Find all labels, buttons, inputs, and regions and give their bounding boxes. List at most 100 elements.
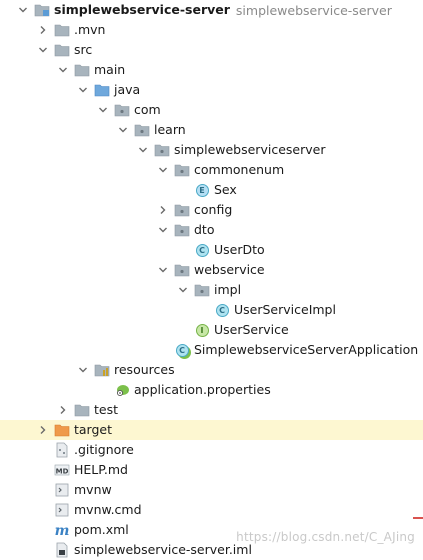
tree-row-label: com xyxy=(134,102,161,117)
tree-row[interactable]: I UserService xyxy=(0,320,423,340)
tree-row[interactable]: src xyxy=(0,40,423,60)
module-folder-icon xyxy=(34,2,50,18)
package-icon xyxy=(154,142,170,158)
chevron-down-icon[interactable] xyxy=(137,140,149,160)
tree-row-label: HELP.md xyxy=(74,462,128,477)
tree-row[interactable]: test xyxy=(0,400,423,420)
folder-icon xyxy=(74,62,90,78)
package-icon xyxy=(194,282,210,298)
tree-row[interactable]: java xyxy=(0,80,423,100)
package-icon xyxy=(174,202,190,218)
chevron-down-icon[interactable] xyxy=(77,360,89,380)
package-icon xyxy=(174,222,190,238)
spring-class-icon: C xyxy=(174,342,190,358)
chevron-right-icon[interactable] xyxy=(157,200,169,220)
chevron-down-icon[interactable] xyxy=(97,100,109,120)
chevron-down-icon[interactable] xyxy=(77,80,89,100)
tree-row[interactable]: MD HELP.md xyxy=(0,460,423,480)
resources-folder-icon xyxy=(94,362,110,378)
tree-row[interactable]: resources xyxy=(0,360,423,380)
chevron-down-icon[interactable] xyxy=(57,60,69,80)
tree-row-label: webservice xyxy=(194,262,265,277)
tree-row[interactable]: webservice xyxy=(0,260,423,280)
tree-row-label: main xyxy=(94,62,126,77)
markdown-file-icon: MD xyxy=(54,462,70,478)
tree-row-label: pom.xml xyxy=(74,522,129,537)
chevron-down-icon[interactable] xyxy=(17,0,29,20)
package-icon xyxy=(114,102,130,118)
chevron-down-icon[interactable] xyxy=(157,220,169,240)
chevron-down-icon[interactable] xyxy=(177,280,189,300)
tree-row-label: mvnw xyxy=(74,482,112,497)
tree-row-label: UserServiceImpl xyxy=(234,302,336,317)
tree-row[interactable]: mvnw.cmd xyxy=(0,500,423,520)
source-folder-icon xyxy=(94,82,110,98)
folder-icon xyxy=(74,402,90,418)
tree-row-label: .gitignore xyxy=(74,442,134,457)
excluded-folder-icon xyxy=(54,422,70,438)
tree-row[interactable]: C SimplewebserviceServerApplication xyxy=(0,340,423,360)
class-icon: C xyxy=(214,302,230,318)
chevron-right-icon[interactable] xyxy=(37,20,49,40)
tree-row[interactable]: commonenum xyxy=(0,160,423,180)
tree-row[interactable]: C UserServiceImpl xyxy=(0,300,423,320)
tree-row[interactable]: mvnw xyxy=(0,480,423,500)
tree-row[interactable]: simplewebservice-server simplewebservice-… xyxy=(0,0,423,20)
script-file-icon xyxy=(54,482,70,498)
tree-row-label: .mvn xyxy=(74,22,106,37)
tree-row-label: application.properties xyxy=(134,382,271,397)
iml-file-icon xyxy=(54,542,70,558)
tree-row-label: learn xyxy=(154,122,186,137)
chevron-down-icon[interactable] xyxy=(157,160,169,180)
tree-row-label: UserService xyxy=(214,322,289,337)
tree-row[interactable]: dto xyxy=(0,220,423,240)
maven-file-icon: m xyxy=(54,522,70,538)
tree-row[interactable]: simplewebserviceserver xyxy=(0,140,423,160)
tree-row[interactable]: application.properties xyxy=(0,380,423,400)
tree-row[interactable]: E Sex xyxy=(0,180,423,200)
tree-row[interactable]: C UserDto xyxy=(0,240,423,260)
package-icon xyxy=(174,162,190,178)
tree-row[interactable]: impl xyxy=(0,280,423,300)
chevron-right-icon[interactable] xyxy=(57,400,69,420)
tree-row[interactable]: .mvn xyxy=(0,20,423,40)
tree-row-label: mvnw.cmd xyxy=(74,502,142,517)
properties-file-icon xyxy=(114,382,130,398)
tree-row-label: commonenum xyxy=(194,162,285,177)
chevron-down-icon[interactable] xyxy=(37,40,49,60)
tree-row[interactable]: com xyxy=(0,100,423,120)
tree-row-label: SimplewebserviceServerApplication xyxy=(194,342,419,357)
module-path: simplewebservice-server xyxy=(235,2,392,18)
tree-row-label: impl xyxy=(214,282,242,297)
tree-row[interactable]: .gitignore xyxy=(0,440,423,460)
chevron-down-icon[interactable] xyxy=(117,120,129,140)
tree-row-label: simplewebservice-server xyxy=(54,2,230,17)
tree-row[interactable]: config xyxy=(0,200,423,220)
interface-icon: I xyxy=(194,322,210,338)
tree-row[interactable]: target xyxy=(0,420,423,440)
folder-icon xyxy=(54,42,70,58)
chevron-down-icon[interactable] xyxy=(157,260,169,280)
enum-icon: E xyxy=(194,182,210,198)
gitignore-file-icon xyxy=(54,442,70,458)
tree-row-label: resources xyxy=(114,362,175,377)
chevron-right-icon[interactable] xyxy=(37,420,49,440)
svg-text:m: m xyxy=(55,523,70,537)
tree-row-label: target xyxy=(74,422,113,437)
tree-row[interactable]: learn xyxy=(0,120,423,140)
tree-row-label: java xyxy=(114,82,141,97)
tree-row-label: simplewebservice-server.iml xyxy=(74,542,252,557)
svg-text:MD: MD xyxy=(56,468,69,476)
tree-row[interactable]: main xyxy=(0,60,423,80)
tree-row-label: UserDto xyxy=(214,242,265,257)
